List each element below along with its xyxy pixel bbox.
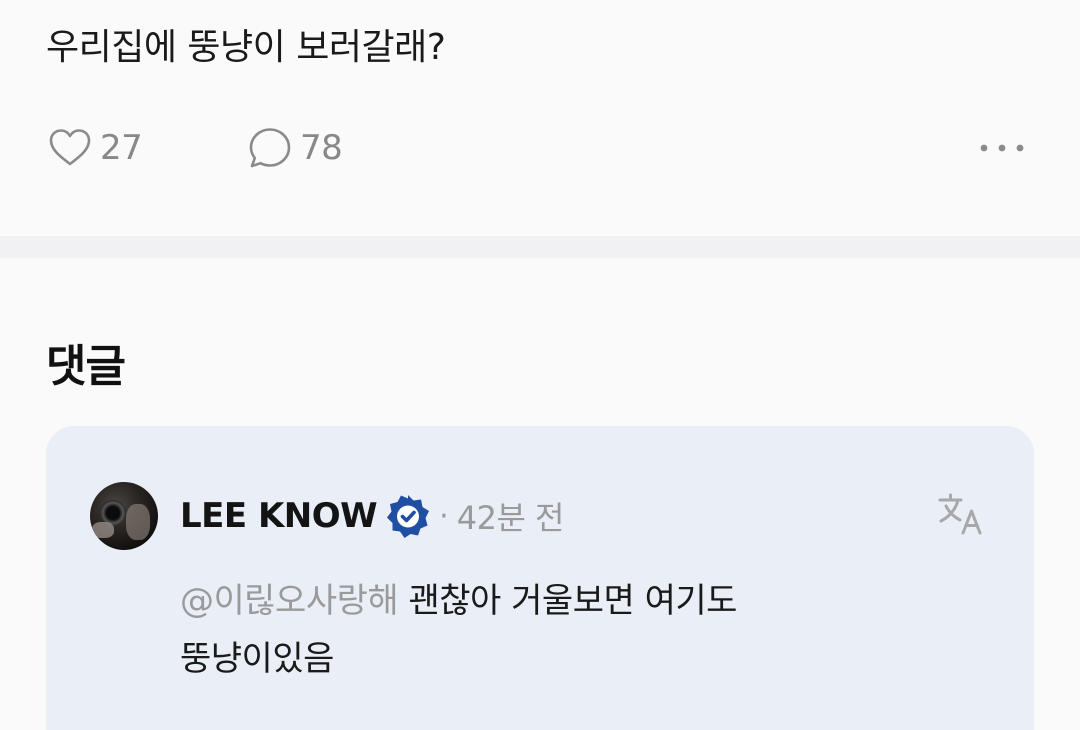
comment-header: LEE KNOW · 42분 전	[180, 488, 565, 544]
more-horizontal-icon	[978, 139, 1026, 158]
author-name[interactable]: LEE KNOW	[180, 496, 378, 536]
comments-heading: 댓글	[46, 341, 126, 392]
translate-button[interactable]	[932, 488, 988, 544]
comment-text-1: 괜찮아 거울보면 여기도	[408, 581, 738, 621]
speech-bubble-icon	[246, 124, 294, 172]
avatar-hand-detail	[92, 522, 114, 538]
time-separator: ·	[439, 498, 449, 534]
heart-outline-icon	[46, 124, 94, 172]
post-action-bar: 27 78	[46, 124, 1036, 172]
avatar-face-detail	[126, 504, 150, 540]
comments-section: 댓글 LEE KNOW · 42분 전 @이릲오사랑해 괜찮아 거울보면 여기도…	[0, 258, 1080, 730]
post-section: 우리집에 뚱냥이 보러갈래? 27 78	[0, 0, 1080, 236]
translate-icon	[935, 489, 985, 543]
more-options-button[interactable]	[974, 128, 1030, 168]
comment-line-1: @이릲오사랑해 괜찮아 거울보면 여기도	[180, 572, 940, 630]
comment-button[interactable]: 78	[246, 124, 343, 172]
section-divider	[0, 236, 1080, 258]
comment-timestamp: 42분 전	[456, 499, 565, 537]
comment-body: @이릲오사랑해 괜찮아 거울보면 여기도 뚱냥이있음	[180, 572, 940, 688]
avatar[interactable]	[90, 482, 158, 550]
post-text: 우리집에 뚱냥이 보러갈래?	[46, 27, 446, 68]
post-detail-page: 우리집에 뚱냥이 보러갈래? 27 78 댓글 LEE KNOW · 42분 전…	[0, 0, 1080, 730]
comment-count: 78	[300, 128, 343, 168]
mention-link[interactable]: @이릲오사랑해	[180, 581, 399, 621]
verified-badge-icon	[385, 493, 431, 539]
like-count: 27	[100, 128, 143, 168]
like-button[interactable]: 27	[46, 124, 143, 172]
comment-line-2: 뚱냥이있음	[180, 639, 334, 679]
comment-card[interactable]: LEE KNOW · 42분 전 @이릲오사랑해 괜찮아 거울보면 여기도 뚱냥…	[46, 426, 1034, 730]
